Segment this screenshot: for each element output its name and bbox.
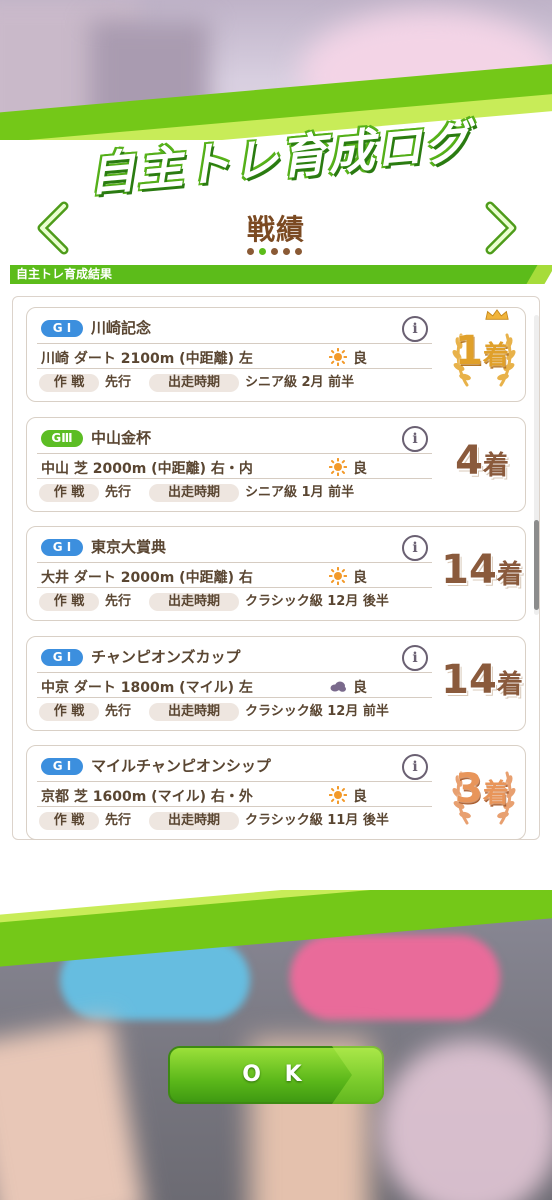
ok-button-label: O K (242, 1062, 310, 1087)
page-indicator (247, 248, 307, 258)
info-icon[interactable]: i (402, 645, 428, 671)
grade-badge: GⅢ (41, 430, 83, 447)
race-result-card: G I 川崎記念 i 川崎 ダート 2100m (中距離) 左 良作 戦先行 出走時期 シニ… (26, 307, 526, 402)
track-condition: 良 (353, 570, 367, 586)
strategy-label: 作 戦 (39, 484, 99, 502)
cloudy-weather-icon (329, 677, 347, 695)
course-info: 中京 ダート 1800m (マイル) 左 (41, 680, 253, 696)
period-value: クラシック級 12月 前半 (245, 704, 389, 719)
race-result-card: GⅢ 中山金杯 i 中山 芝 2000m (中距離) 右・内 良作 戦先行 出走時期 シニア… (26, 417, 526, 512)
sunny-weather-icon (328, 457, 348, 477)
sunny-weather-icon (328, 785, 348, 805)
grade-badge: G I (41, 758, 83, 775)
period-value: クラシック級 12月 後半 (245, 594, 389, 609)
strategy-value: 先行 (105, 813, 132, 828)
ok-button[interactable]: O K (168, 1046, 384, 1104)
strategy-value: 先行 (105, 485, 132, 500)
course-info: 大井 ダート 2000m (中距離) 右 (41, 570, 253, 586)
info-icon[interactable]: i (402, 754, 428, 780)
info-icon[interactable]: i (402, 426, 428, 452)
race-name: チャンピオンズカップ (91, 648, 241, 666)
finish-position: 14着 (441, 657, 523, 703)
period-label: 出走時期 (149, 593, 239, 611)
course-info: 川崎 ダート 2100m (中距離) 左 (41, 351, 253, 367)
strategy-value: 先行 (105, 375, 132, 390)
sunny-weather-icon (328, 566, 348, 586)
strategy-value: 先行 (105, 704, 132, 719)
race-result-card: G I 東京大賞典 i 大井 ダート 2000m (中距離) 右 良作 戦先行 出走時期ク… (26, 526, 526, 621)
finish-position: 1着 (455, 328, 509, 374)
period-value: クラシック級 11月 後半 (245, 813, 389, 828)
course-info: 中山 芝 2000m (中距離) 右・内 (41, 461, 253, 477)
page-dot (271, 248, 278, 255)
finish-position: 4着 (455, 438, 509, 484)
period-label: 出走時期 (149, 484, 239, 502)
page-dot (259, 248, 266, 255)
track-condition: 良 (353, 461, 367, 477)
finish-position: 3着 (455, 766, 509, 812)
period-value: シニア級 1月 前半 (245, 485, 355, 500)
period-value: シニア級 2月 前半 (245, 375, 355, 390)
page-dot (247, 248, 254, 255)
track-condition: 良 (353, 789, 367, 805)
page-dot (295, 248, 302, 255)
race-name: マイルチャンピオンシップ (91, 757, 271, 775)
track-condition: 良 (353, 680, 367, 696)
section-title: 戦績 (246, 213, 305, 246)
period-label: 出走時期 (149, 812, 239, 830)
strategy-label: 作 戦 (39, 374, 99, 392)
track-condition: 良 (353, 351, 367, 367)
finish-position: 14着 (441, 547, 523, 593)
section-subheader: 自主トレ育成結果 (10, 265, 538, 284)
scrollbar-thumb[interactable] (534, 520, 539, 610)
race-name: 中山金杯 (91, 429, 152, 447)
strategy-value: 先行 (105, 594, 132, 609)
page-dot (283, 248, 290, 255)
info-icon[interactable]: i (402, 316, 428, 342)
sunny-weather-icon (328, 347, 348, 367)
period-label: 出走時期 (149, 374, 239, 392)
grade-badge: G I (41, 320, 83, 337)
race-result-card: G I チャンピオンズカップ i 中京 ダート 1800m (マイル) 左 良作 戦先行… (26, 636, 526, 731)
info-icon[interactable]: i (402, 535, 428, 561)
strategy-label: 作 戦 (39, 593, 99, 611)
grade-badge: G I (41, 649, 83, 666)
strategy-label: 作 戦 (39, 703, 99, 721)
race-name: 東京大賞典 (91, 538, 167, 556)
race-result-card: G I マイルチャンピオンシップ i 京都 芝 1600m (マイル) 右・外 良作 戦… (26, 745, 526, 840)
grade-badge: G I (41, 539, 83, 556)
race-name: 川崎記念 (91, 319, 152, 337)
strategy-label: 作 戦 (39, 812, 99, 830)
course-info: 京都 芝 1600m (マイル) 右・外 (41, 789, 253, 805)
period-label: 出走時期 (149, 703, 239, 721)
